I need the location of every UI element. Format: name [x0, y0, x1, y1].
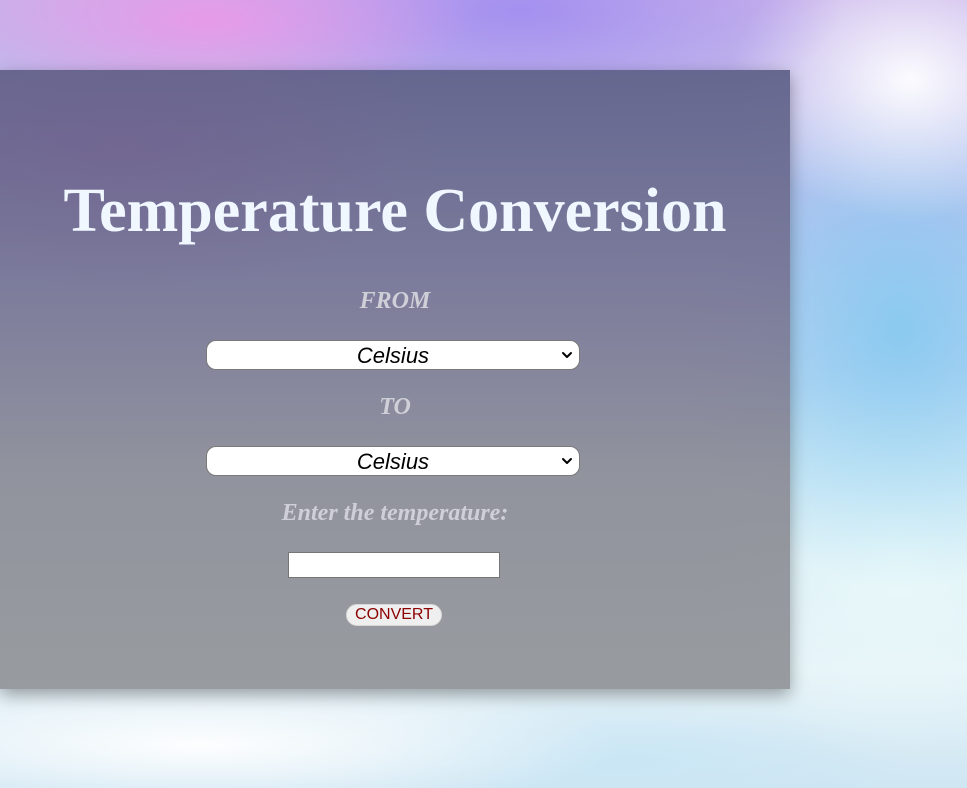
from-unit-select[interactable]: Celsius: [206, 340, 580, 370]
from-label: FROM: [359, 288, 431, 314]
from-unit-selected-value: Celsius: [356, 343, 430, 368]
temperature-label: Enter the temperature:: [281, 500, 509, 526]
chevron-down-icon: [562, 352, 572, 358]
chevron-down-icon: [562, 458, 572, 464]
convert-button[interactable]: CONVERT: [346, 604, 442, 626]
temperature-input[interactable]: [288, 552, 500, 578]
page-title: Temperature Conversion: [63, 177, 727, 245]
to-unit-selected-value: Celsius: [356, 449, 430, 474]
to-label: TO: [379, 394, 411, 420]
to-unit-select[interactable]: Celsius: [206, 446, 580, 476]
converter-panel: Temperature Conversion FROM Celsius TO C…: [0, 70, 790, 689]
